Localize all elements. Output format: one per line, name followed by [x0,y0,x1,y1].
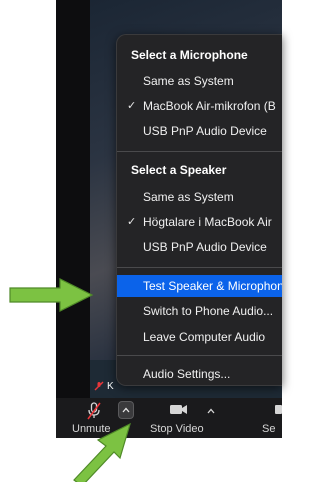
share-screen-button[interactable]: Se [254,398,282,438]
menu-item-leave-computer-audio[interactable]: Leave Computer Audio [117,326,282,348]
mic-off-icon [87,402,101,420]
menu-item-mic-usb-pnp[interactable]: USB PnP Audio Device [117,120,282,142]
participant-name: K [107,380,114,392]
menu-item-switch-to-phone-audio[interactable]: Switch to Phone Audio... [117,300,282,322]
menu-item-label: Test Speaker & Microphone [143,279,282,293]
audio-options-caret-button[interactable] [118,401,134,419]
menu-item-label: MacBook Air-mikrofon (B [143,99,276,113]
checkmark-icon: ✓ [127,216,137,228]
caret-up-icon [122,407,130,413]
menu-item-label: Switch to Phone Audio... [143,304,274,318]
share-icon [275,405,282,414]
participant-name-tag: K [94,380,114,392]
green-arrow-icon [73,422,131,482]
menu-item-label: Audio Settings... [143,367,231,381]
share-label: Se [262,423,276,435]
menu-item-label: Högtalare i MacBook Air [143,215,272,229]
menu-divider [117,267,282,268]
menu-item-mic-same-as-system[interactable]: Same as System [117,70,282,92]
microphone-section-header: Select a Microphone [131,48,248,62]
menu-item-label: USB PnP Audio Device [143,240,267,254]
menu-item-speaker-same-as-system[interactable]: Same as System [117,186,282,208]
menu-divider [117,151,282,152]
caret-up-icon[interactable] [207,408,215,414]
menu-item-test-speaker-microphone[interactable]: Test Speaker & Microphone [117,275,282,297]
green-arrow-icon [9,278,94,312]
menu-item-label: Leave Computer Audio [143,330,266,344]
checkmark-icon: ✓ [127,100,137,112]
speaker-section-header: Select a Speaker [131,163,227,177]
menu-item-label: USB PnP Audio Device [143,124,267,138]
stop-video-button[interactable]: Stop Video [144,398,215,438]
menu-item-label: Same as System [143,190,234,204]
participant-mic-off-icon [94,381,104,391]
stop-video-label: Stop Video [150,423,204,435]
video-camera-icon [170,405,187,414]
menu-item-audio-settings[interactable]: Audio Settings... [117,363,282,385]
menu-divider [117,355,282,356]
menu-item-speaker-macbook-air[interactable]: ✓ Högtalare i MacBook Air [117,211,282,233]
audio-options-menu: Select a Microphone Same as System ✓ Mac… [116,34,282,386]
menu-item-speaker-usb-pnp[interactable]: USB PnP Audio Device [117,236,282,258]
menu-item-mic-macbook-air[interactable]: ✓ MacBook Air-mikrofon (B [117,95,282,117]
menu-item-label: Same as System [143,74,234,88]
